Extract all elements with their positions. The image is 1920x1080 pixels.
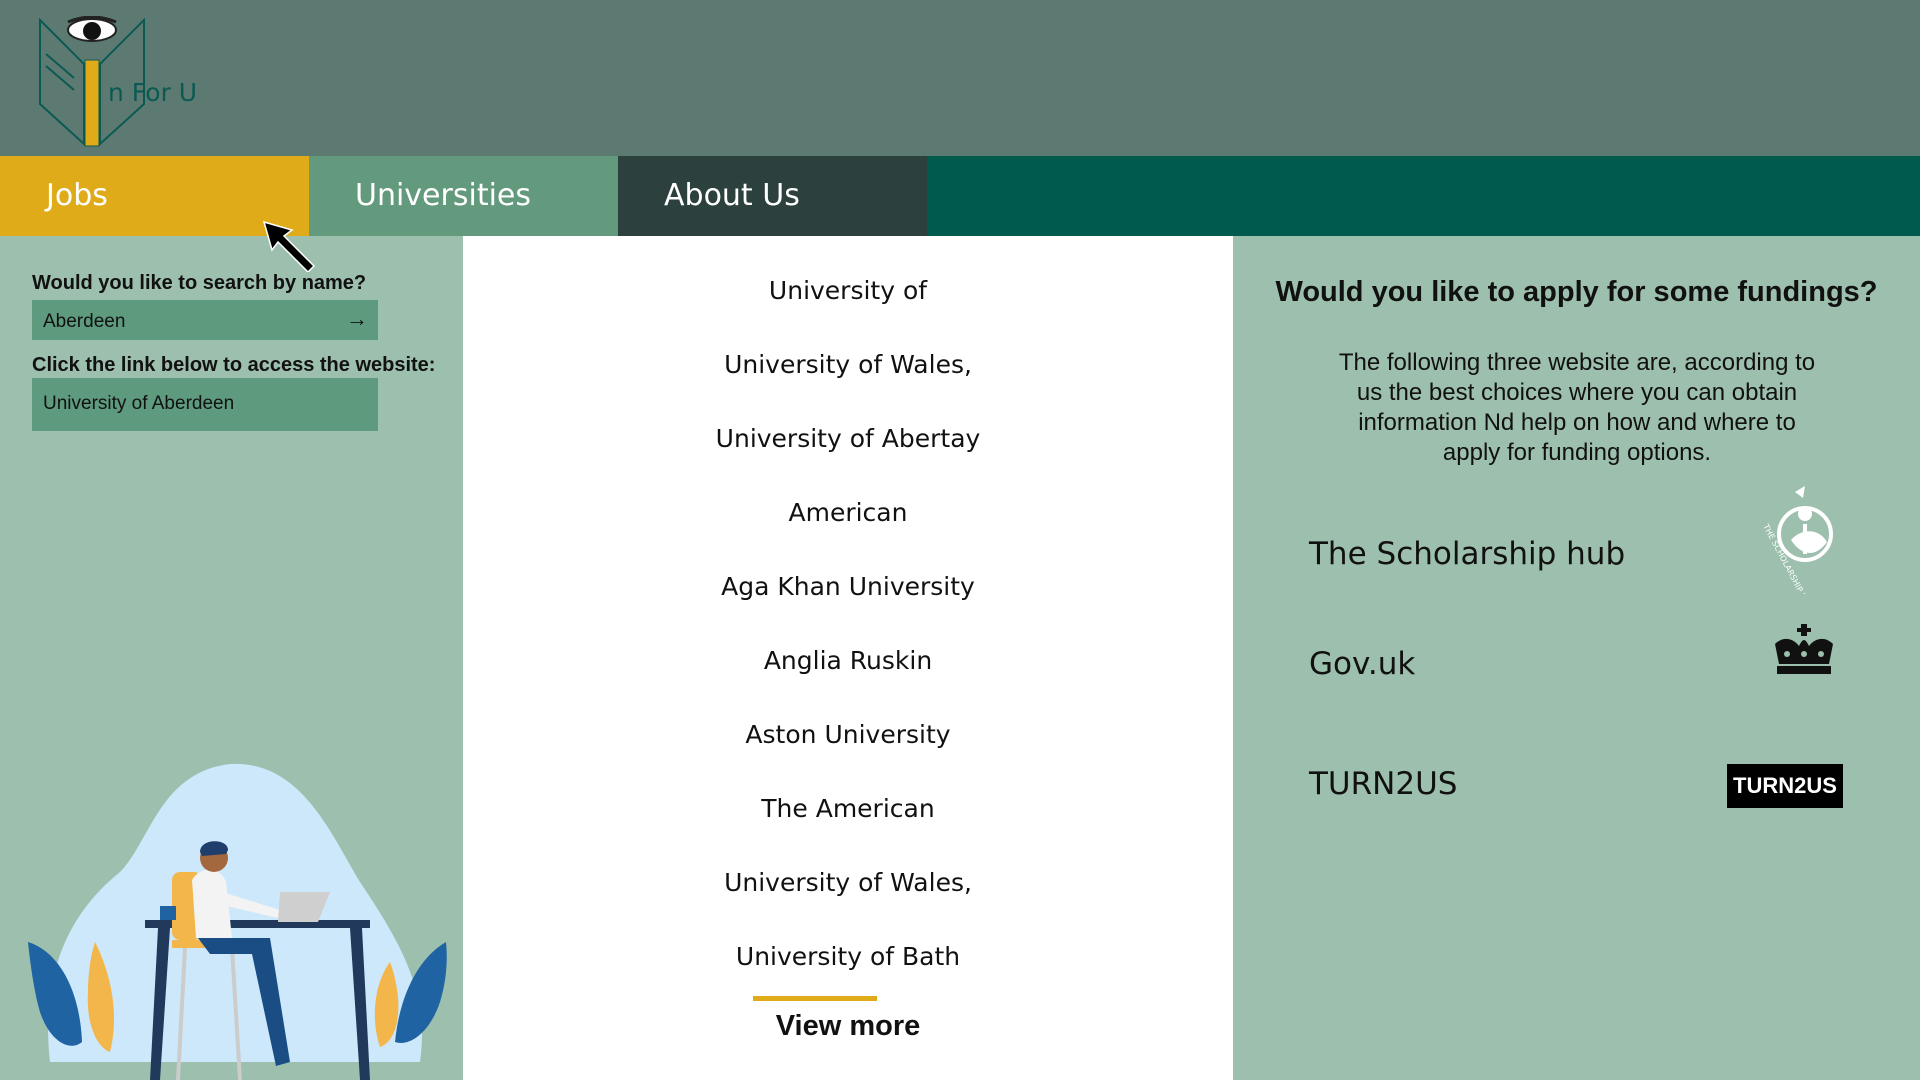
scholarship-hub-link[interactable]: The Scholarship hub (1309, 536, 1625, 572)
list-item[interactable]: Aston University (463, 720, 1233, 749)
list-item[interactable]: University of (463, 276, 1233, 305)
tab-universities[interactable]: Universities (309, 156, 618, 236)
list-item[interactable]: University of Abertay (463, 424, 1233, 453)
gov-uk-link[interactable]: Gov.uk (1309, 646, 1415, 682)
crown-icon[interactable] (1769, 624, 1839, 676)
header: n For U (0, 0, 1920, 156)
list-item[interactable]: University of Wales, (463, 868, 1233, 897)
search-panel: Would you like to search by name? Aberde… (0, 236, 463, 1080)
university-link-text: University of Aberdeen (43, 393, 235, 414)
funding-description: The following three website are, accordi… (1338, 349, 1816, 466)
view-more-underline (753, 996, 877, 1001)
list-item[interactable]: Anglia Ruskin (463, 646, 1233, 675)
list-item[interactable]: University of Wales, (463, 350, 1233, 379)
mouse-cursor-icon (262, 220, 316, 272)
link-label: Click the link below to access the websi… (32, 354, 436, 376)
view-more-button[interactable]: View more (463, 1010, 1233, 1043)
university-link[interactable]: University of Aberdeen (32, 378, 378, 431)
turn2us-logo[interactable]: TURN2US (1727, 764, 1843, 808)
list-item[interactable]: The American (463, 794, 1233, 823)
search-label: Would you like to search by name? (32, 272, 367, 294)
list-item[interactable]: American (463, 498, 1233, 527)
person-at-desk-illustration (28, 763, 447, 1080)
list-item[interactable]: Aga Khan University (463, 572, 1233, 601)
university-list: University of University of Wales, Unive… (463, 236, 1233, 1080)
arrow-right-icon[interactable]: → (346, 306, 368, 332)
funding-title: Would you like to apply for some funding… (1275, 276, 1878, 308)
search-input[interactable]: Aberdeen → (32, 300, 378, 340)
logo-text: n For U (108, 78, 198, 107)
funding-panel: Would you like to apply for some funding… (1233, 236, 1920, 1080)
scholarship-hub-logo-icon[interactable]: THE SCHOLARSHIP HUB (1761, 484, 1843, 594)
turn2us-link[interactable]: TURN2US (1309, 766, 1457, 802)
search-value: Aberdeen (43, 311, 126, 332)
list-item[interactable]: University of Bath (463, 942, 1233, 971)
tab-about-us[interactable]: About Us (618, 156, 927, 236)
